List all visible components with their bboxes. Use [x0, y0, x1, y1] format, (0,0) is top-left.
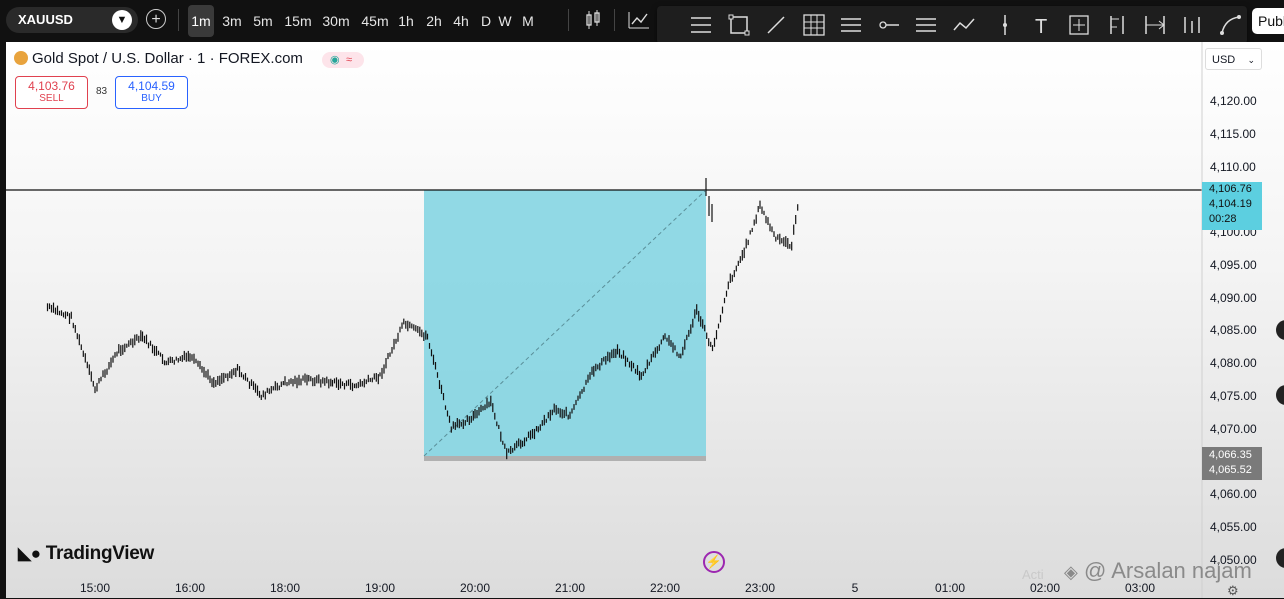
- price-tag-line2: 4,104.19: [1209, 198, 1252, 210]
- spread-value: 83: [96, 86, 108, 97]
- buy-price: 4,104.59: [128, 79, 175, 93]
- currency-select[interactable]: USD ⌄: [1205, 48, 1262, 70]
- tradingview-logo[interactable]: ◣● TradingView: [18, 543, 154, 565]
- x-tick-label: 15:00: [79, 581, 111, 595]
- settings-gear-icon[interactable]: ⚙: [1227, 583, 1239, 599]
- x-tick-label: 18:00: [269, 581, 301, 595]
- y-tick-label: 4,070.00: [1210, 421, 1257, 436]
- sell-price: 4,103.76: [28, 79, 75, 93]
- activate-text: Acti: [1022, 567, 1044, 582]
- y-tick-label: 4,095.00: [1210, 257, 1257, 272]
- x-tick-label: 16:00: [174, 581, 206, 595]
- x-tick-label: 5: [851, 581, 859, 595]
- price-tag-line1: 4,106.76: [1209, 183, 1252, 195]
- current-price-tag: 4,106.76 4,104.19 00:28: [1202, 182, 1262, 230]
- x-tick-label: 02:00: [1029, 581, 1061, 595]
- x-tick-label: 21:00: [554, 581, 586, 595]
- market-open-icon: ◉: [330, 54, 340, 66]
- x-tick-label: 01:00: [934, 581, 966, 595]
- x-tick-label: 23:00: [744, 581, 776, 595]
- x-tick-label: 19:00: [364, 581, 396, 595]
- x-tick-label: 20:00: [459, 581, 491, 595]
- x-tick-label: 22:00: [649, 581, 681, 595]
- tradingview-text: TradingView: [45, 543, 155, 564]
- buy-button[interactable]: 4,104.59 BUY: [115, 76, 188, 109]
- price-tag-countdown: 00:28: [1209, 213, 1237, 225]
- watermark-text: @ Arsalan najam: [1083, 558, 1252, 583]
- y-tick-label: 4,120.00: [1210, 94, 1257, 108]
- chart-title[interactable]: Gold Spot / U.S. Dollar · 1 · FOREX.com: [14, 50, 303, 67]
- y-tick-label: 4,060.00: [1210, 487, 1257, 501]
- y-tick-label: 4,080.00: [1210, 356, 1257, 370]
- y-tick-label: 4,075.00: [1210, 388, 1257, 403]
- watermark: ◈ @ Arsalan najam: [1064, 558, 1252, 584]
- range-price-tag: 4,066.35 4,065.52: [1202, 447, 1262, 480]
- y-tick-label: 4,115.00: [1210, 126, 1256, 141]
- range-tag-low: 4,065.52: [1209, 464, 1252, 476]
- currency-label: USD: [1212, 54, 1236, 66]
- buy-label: BUY: [141, 93, 162, 104]
- range-bar: [424, 456, 706, 461]
- wave-icon: ≈: [346, 54, 353, 66]
- market-status-badge[interactable]: ◉ ≈: [322, 52, 364, 68]
- chevron-down-icon: ⌄: [1247, 55, 1255, 65]
- range-tag-high: 4,066.35: [1209, 449, 1252, 461]
- lightning-icon[interactable]: ⚡: [703, 551, 725, 573]
- y-tick-label: 4,090.00: [1210, 290, 1257, 305]
- binance-icon: ◈: [1064, 562, 1078, 582]
- sell-label: SELL: [39, 93, 64, 104]
- y-tick-label: 4,110.00: [1210, 159, 1256, 174]
- chart-title-text: Gold Spot / U.S. Dollar · 1 · FOREX.com: [32, 50, 303, 67]
- gold-logo-icon: [14, 51, 28, 65]
- tradingview-mark-icon: ◣●: [18, 544, 41, 563]
- y-tick-label: 4,055.00: [1210, 519, 1257, 534]
- sell-button[interactable]: 4,103.76 SELL: [15, 76, 88, 109]
- chart-canvas[interactable]: [0, 0, 1284, 598]
- y-tick-label: 4,085.00: [1210, 323, 1257, 338]
